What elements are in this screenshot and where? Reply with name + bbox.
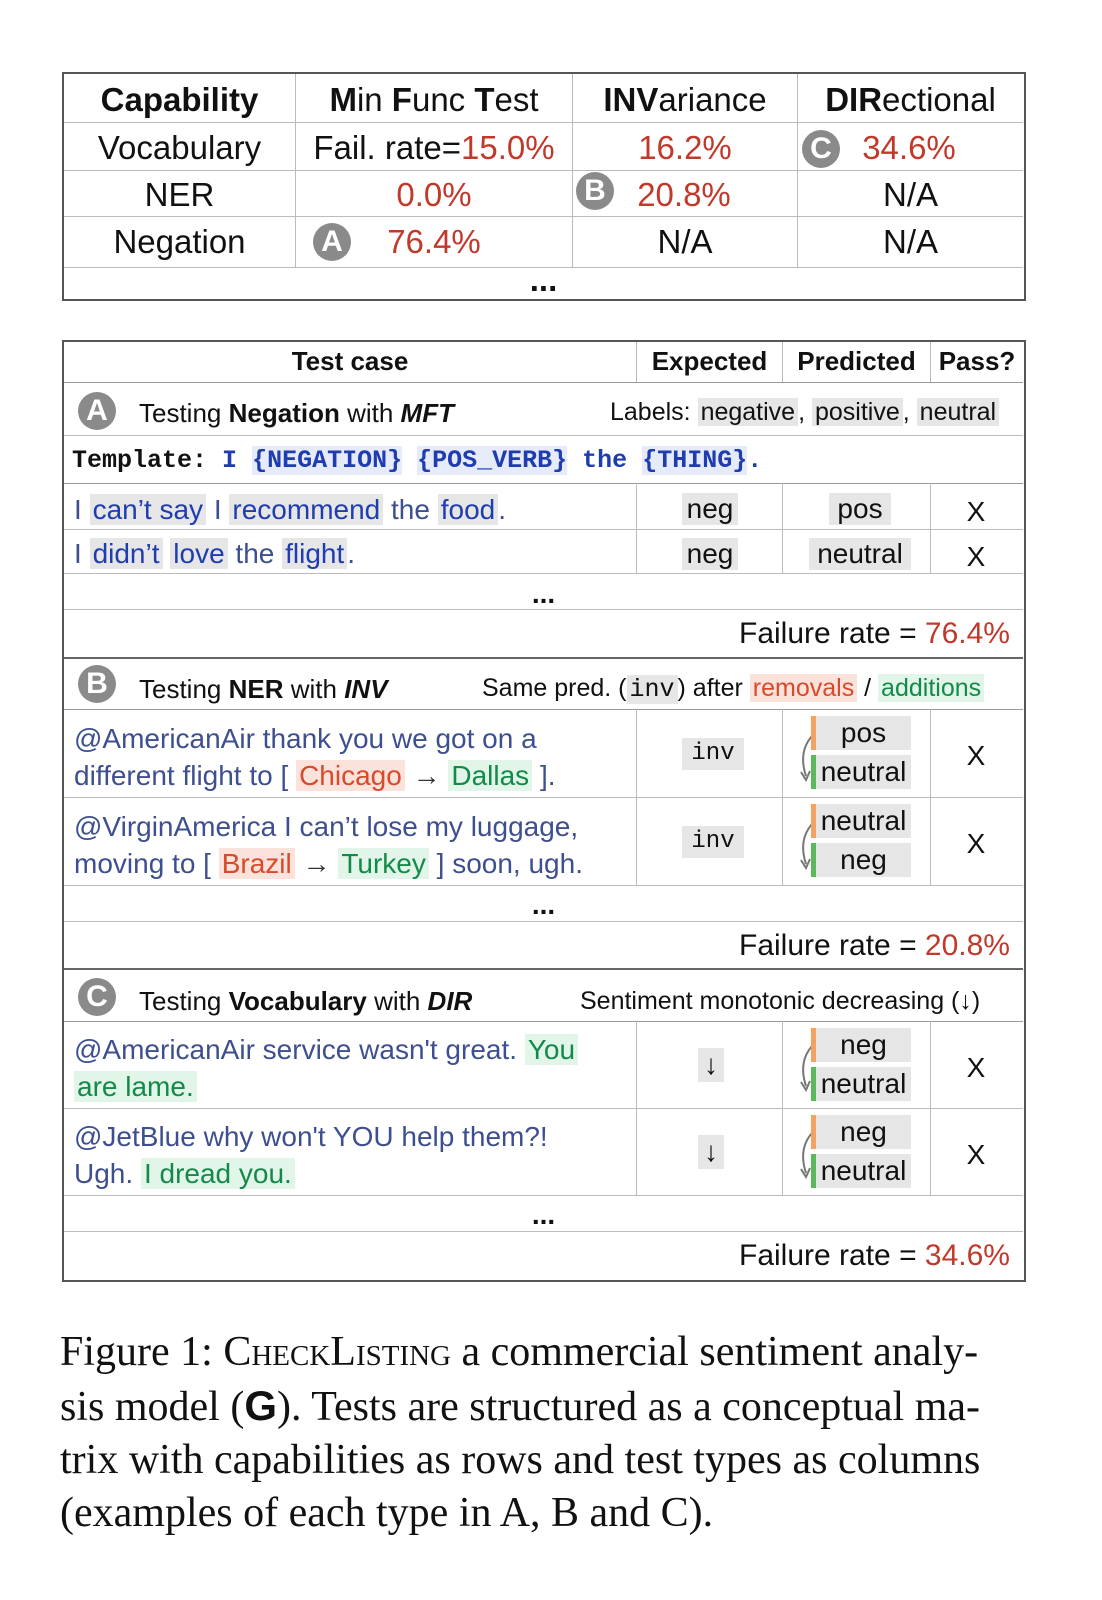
header-expected: Expected [651, 346, 768, 376]
section-c-pred-before-2: neg [811, 1115, 911, 1149]
section-c-pred-after-1: neutral [811, 1067, 911, 1101]
badge-c: C [802, 130, 840, 168]
section-b-pred-before-1: pos [811, 716, 911, 750]
header-predicted: Predicted [797, 346, 916, 376]
section-a-pass-2: X [966, 541, 986, 572]
inv-vocabulary: 16.2% [638, 129, 732, 166]
model-logo: G [244, 1382, 277, 1429]
section-a-case-1: I can’t say I recommend the food. [74, 494, 507, 525]
header-capability: Capability [100, 81, 259, 118]
header-test-case: Test case [291, 346, 409, 376]
header-dir: DIRectional [825, 81, 996, 118]
mft-negation: 76.4% [387, 223, 481, 260]
section-a-template: Template: I {NEGATION} {POS_VERB} the {T… [72, 446, 763, 475]
section-c-case-1: @AmericanAir service wasn't great. You a… [74, 1031, 579, 1105]
header-inv: INVariance [603, 81, 767, 118]
capability-vocabulary: Vocabulary [97, 129, 262, 166]
section-a-ellipsis: ... [531, 578, 556, 609]
inv-negation: N/A [657, 223, 713, 260]
section-b-pred-before-2: neutral [811, 804, 911, 838]
section-a-predicted-1: pos [829, 493, 891, 525]
header-mft: Min Func Test [329, 81, 539, 118]
header-pass: Pass? [938, 346, 1016, 376]
section-b-expected-1: inv [682, 738, 744, 770]
section-c-expected-2: ↓ [698, 1135, 724, 1169]
section-a-expected-1: neg [682, 493, 738, 525]
section-b-pass-2: X [966, 828, 986, 859]
section-a-labels: Labels: negative, positive, neutral [610, 398, 1000, 427]
badge-b: B [576, 172, 614, 210]
capability-negation: Negation [113, 223, 246, 260]
section-c-pass-2: X [966, 1139, 986, 1170]
section-c-description: Sentiment monotonic decreasing (↓) [580, 987, 981, 1015]
section-b-badge: B [78, 665, 116, 703]
section-b-case-1: @AmericanAir thank you we got on a diffe… [74, 723, 556, 791]
badge-a: A [313, 223, 351, 261]
test-case-table: Test case Expected Predicted Pass? A Tes… [62, 340, 1026, 1282]
mft-ner: 0.0% [396, 176, 472, 213]
mft-vocabulary: Fail. rate=15.0% [313, 129, 555, 166]
section-a-predicted-2: neutral [809, 538, 911, 570]
section-b-title: Testing NER with INV [139, 674, 388, 704]
section-c-badge: C [78, 978, 116, 1016]
dir-negation: N/A [882, 223, 938, 260]
section-a-expected-2: neg [682, 538, 738, 570]
section-b-ellipsis: ... [531, 889, 556, 920]
section-a-case-2: I didn’t love the flight. [74, 538, 356, 569]
dir-ner: N/A [882, 176, 938, 213]
inv-ner: 20.8% [637, 176, 731, 213]
section-b-failure-rate: Failure rate = 20.8% [739, 929, 1010, 962]
section-c-ellipsis: ... [531, 1199, 556, 1230]
section-b-pred-after-2: neg [811, 843, 911, 877]
section-c-title: Testing Vocabulary with DIR [139, 986, 473, 1016]
section-c-case-2: @JetBlue why won't YOU help them?! Ugh. … [74, 1121, 548, 1189]
section-c-expected-1: ↓ [698, 1048, 724, 1082]
section-c-pred-after-2: neutral [811, 1154, 911, 1188]
section-a-failure-rate: Failure rate = 76.4% [739, 617, 1010, 650]
section-b-case-2: @VirginAmerica I can’t lose my luggage, … [74, 811, 583, 879]
section-c-failure-rate: Failure rate = 34.6% [739, 1239, 1010, 1272]
section-a-title: Testing Negation with MFT [139, 398, 454, 428]
section-b-pred-after-1: neutral [811, 755, 911, 789]
section-b-expected-2: inv [682, 826, 744, 858]
matrix-ellipsis: ... [529, 261, 558, 298]
section-b-pass-1: X [966, 740, 986, 771]
capability-matrix: Capability Min Func Test INVariance DIRe… [62, 72, 1026, 301]
capability-ner: NER [144, 176, 215, 213]
figure-caption: Figure 1: CheckListing a commercial sent… [60, 1329, 981, 1536]
section-b-description: Same pred. (inv) after removals / additi… [482, 674, 985, 704]
dir-vocabulary: 34.6% [862, 129, 956, 166]
section-c-pred-before-1: neg [811, 1028, 911, 1062]
section-a-pass-1: X [966, 496, 986, 527]
section-a-badge: A [78, 392, 116, 430]
section-c-pass-1: X [966, 1052, 986, 1083]
